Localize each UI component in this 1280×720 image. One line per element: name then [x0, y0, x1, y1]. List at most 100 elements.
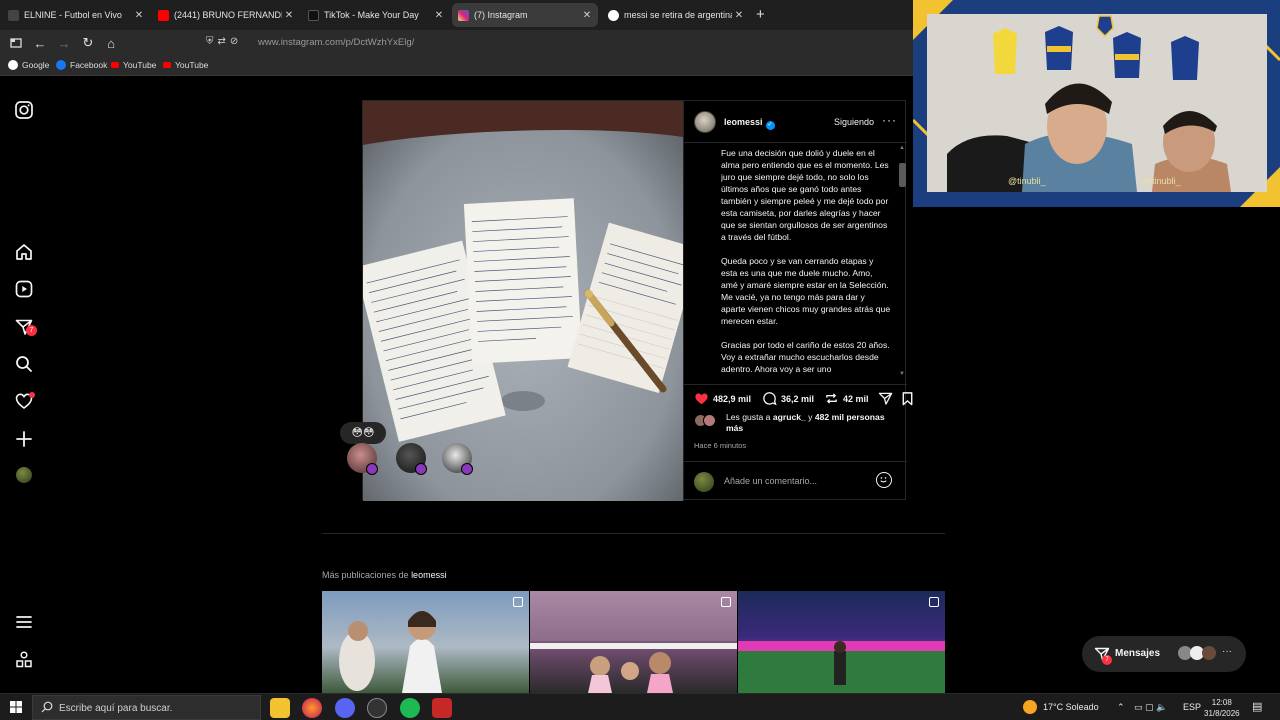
search-icon[interactable] — [14, 354, 34, 374]
repost-button[interactable]: 42 mil — [824, 391, 869, 406]
comments-count: 36,2 mil — [781, 393, 815, 404]
webcam-overlay: @tinubli_ @tinubli_ — [913, 0, 1280, 207]
bookmark-google[interactable]: Google — [8, 60, 49, 70]
section-divider — [322, 533, 945, 534]
post-thumbnail[interactable] — [322, 591, 529, 693]
post-timestamp[interactable]: Hace 6 minutos — [694, 441, 746, 450]
scroll-up-icon[interactable]: ▲ — [899, 145, 905, 151]
post-thumbnail[interactable] — [738, 591, 945, 693]
create-plus-icon[interactable] — [14, 429, 34, 449]
share-button[interactable] — [878, 391, 897, 406]
close-tab-icon[interactable]: ✕ — [132, 10, 146, 21]
tab-label: messi se retira de argentina - B — [624, 10, 732, 20]
liked-by-prefix: Les gusta a — [726, 412, 773, 422]
clock-time: 12:08 — [1211, 698, 1232, 707]
tab-elnine[interactable]: ELNINE - Futbol en Vivo ✕ — [2, 3, 150, 27]
tray-icons[interactable]: ▭ ▢ 🔈 — [1134, 702, 1167, 713]
sun-weather-icon[interactable] — [1023, 700, 1037, 714]
spotify-icon[interactable] — [400, 698, 420, 718]
reaction-badge-icon — [366, 463, 378, 475]
firefox-icon[interactable] — [302, 698, 322, 718]
instagram-logo-icon[interactable] — [14, 100, 34, 120]
post-side-panel: leomessi ✓ Siguiendo ··· Fue una decisión… — [683, 101, 913, 501]
streaming-app-icon[interactable] — [432, 698, 452, 718]
home-button[interactable]: ⌂ — [102, 34, 120, 52]
close-tab-icon[interactable]: ✕ — [580, 10, 594, 21]
google-icon — [8, 60, 18, 70]
tab-google-search[interactable]: messi se retira de argentina - B ✕ — [602, 3, 750, 27]
windows-taskbar: Escribe aquí para buscar. 17°C Soleado ⌃… — [0, 693, 1280, 720]
obs-icon[interactable] — [367, 698, 387, 718]
post-card: leomessi ✓ Siguiendo ··· Fue una decisión… — [362, 100, 913, 501]
youtube-icon — [111, 62, 119, 68]
messages-button[interactable]: 7 Mensajes ··· — [1082, 636, 1246, 672]
back-button[interactable]: ← — [31, 34, 49, 52]
instagram-favicon-icon — [458, 9, 469, 21]
post-photo[interactable] — [363, 101, 683, 501]
comment-input[interactable]: Añade un comentario... — [724, 476, 817, 486]
tab-tiktok[interactable]: TikTok - Make Your Day ✕ — [302, 3, 450, 27]
notification-center-icon[interactable]: ▤ — [1252, 700, 1262, 713]
more-options-icon[interactable]: ··· — [882, 113, 897, 127]
close-tab-icon[interactable]: ✕ — [282, 10, 296, 21]
reaction-bubble: 😳😳 — [340, 422, 386, 444]
bookmark-facebook[interactable]: Facebook — [56, 60, 107, 70]
tray-chevron-icon[interactable]: ⌃ — [1117, 702, 1125, 713]
more-posts-username[interactable]: leomessi — [411, 570, 447, 580]
caption-scrollbar[interactable]: ▲ ▼ — [897, 143, 907, 381]
bookmark-youtube-2[interactable]: YouTube — [163, 60, 208, 70]
handwritten-letter-photo — [363, 101, 683, 501]
profile-avatar[interactable] — [16, 467, 32, 483]
following-button[interactable]: Siguiendo — [834, 117, 874, 127]
reposts-count: 42 mil — [843, 393, 869, 404]
post-caption: Fue una decisión que dolió y duele en el… — [721, 147, 891, 383]
author-avatar[interactable] — [694, 111, 716, 133]
close-tab-icon[interactable]: ✕ — [732, 10, 746, 21]
system-clock[interactable]: 12:08 31/8/2026 — [1204, 697, 1240, 719]
emoji-icon[interactable] — [876, 472, 892, 488]
webcam-video — [927, 14, 1267, 192]
menu-icon[interactable] — [14, 612, 34, 632]
liked-by-user[interactable]: agruck_ — [773, 412, 806, 422]
forward-button[interactable]: → — [55, 34, 73, 52]
site-security-icon[interactable]: ⛨⇄⊘ — [206, 36, 242, 47]
youtube-favicon-icon — [158, 9, 169, 21]
weather-text[interactable]: 17°C Soleado — [1043, 702, 1099, 712]
scrollbar-thumb[interactable] — [899, 163, 906, 187]
verified-badge-icon: ✓ — [765, 121, 775, 130]
scroll-down-icon[interactable]: ▼ — [899, 371, 905, 377]
username-text: leomessi — [724, 117, 763, 127]
caption-paragraph: Queda poco y se van cerrando etapas y es… — [721, 256, 891, 326]
liked-by-text[interactable]: Les gusta a agruck_ y 482 mil personas m… — [726, 412, 899, 434]
new-tab-button[interactable]: + — [756, 6, 765, 23]
tab-youtube[interactable]: (2441) BRUNO FERNANDES MA ✕ — [152, 3, 300, 27]
author-username[interactable]: leomessi ✓ — [724, 117, 775, 130]
tab-label: ELNINE - Futbol en Vivo — [24, 10, 122, 20]
bookmark-youtube[interactable]: YouTube — [111, 60, 156, 70]
close-tab-icon[interactable]: ✕ — [432, 10, 446, 21]
tab-label: (2441) BRUNO FERNANDES MA — [174, 10, 282, 20]
tab-instagram[interactable]: (7) Instagram ✕ — [452, 3, 598, 27]
bookmark-label: YouTube — [123, 60, 157, 70]
likes-count: 482,9 mil — [713, 393, 752, 404]
carousel-icon — [929, 597, 939, 607]
home-icon[interactable] — [14, 242, 34, 262]
discord-icon[interactable] — [335, 698, 355, 718]
more-posts-title: Más publicaciones de leomessi — [322, 570, 447, 580]
language-indicator[interactable]: ESP — [1183, 702, 1201, 712]
like-button[interactable]: 482,9 mil — [694, 391, 751, 406]
comment-button[interactable]: 36,2 mil — [762, 391, 814, 406]
file-explorer-icon[interactable] — [270, 698, 290, 718]
reload-button[interactable]: ↻ — [79, 34, 97, 52]
windows-start-icon[interactable] — [10, 701, 22, 713]
save-button[interactable] — [900, 391, 919, 406]
heart-filled-icon — [695, 393, 708, 405]
post-thumbnail[interactable] — [530, 591, 737, 693]
reels-icon[interactable] — [14, 279, 34, 299]
more-apps-icon[interactable] — [14, 650, 34, 670]
url-field[interactable]: www.instagram.com/p/DctWzhYxElg/ — [258, 37, 414, 48]
tab-label: TikTok - Make Your Day — [324, 10, 419, 20]
clock-date: 31/8/2026 — [1204, 709, 1240, 718]
workspaces-icon[interactable] — [7, 34, 25, 52]
taskbar-search[interactable]: Escribe aquí para buscar. — [32, 695, 261, 720]
